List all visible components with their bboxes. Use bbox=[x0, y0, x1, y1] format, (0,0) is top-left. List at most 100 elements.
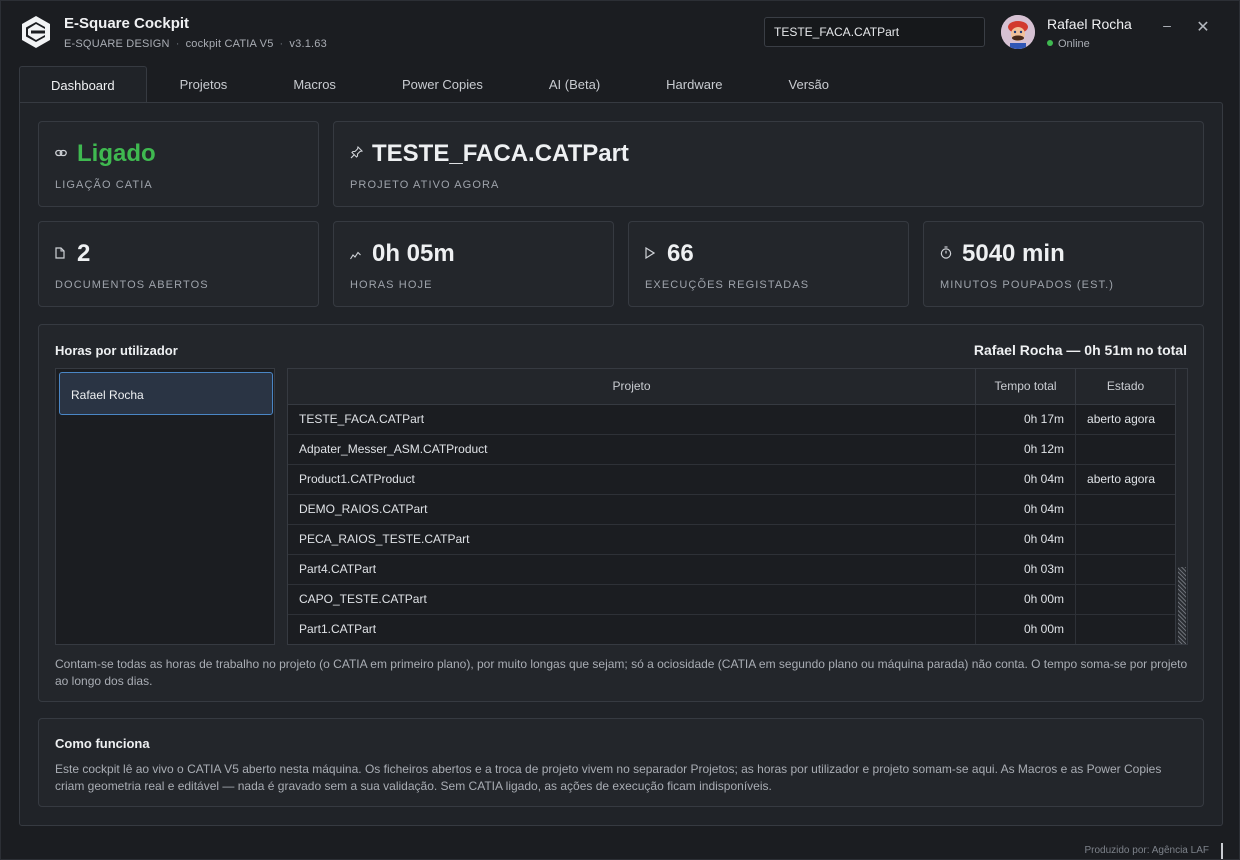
scrollbar-thumb[interactable] bbox=[1178, 567, 1186, 644]
app-window: E-Square Cockpit E-SQUARE DESIGN · cockpit… bbox=[0, 0, 1240, 860]
pin-icon bbox=[350, 146, 363, 159]
project-cell: Product1.CATProduct bbox=[288, 464, 977, 495]
close-button[interactable]: ✕ bbox=[1195, 17, 1211, 37]
time-cell: 0h 04m bbox=[975, 464, 1077, 495]
avatar-character-icon bbox=[1001, 15, 1035, 49]
table-row[interactable]: Product1.CATProduct 0h 04m aberto agora bbox=[288, 464, 1176, 495]
user-status: Online bbox=[1047, 38, 1090, 50]
tab-dashboard[interactable]: Dashboard bbox=[19, 66, 147, 103]
user-list: Rafael Rocha bbox=[55, 368, 275, 645]
user-list-item[interactable]: Rafael Rocha bbox=[59, 372, 273, 415]
tab-versao[interactable]: Versão bbox=[756, 66, 862, 103]
minimize-button[interactable]: – bbox=[1159, 17, 1175, 37]
e-square-logo-icon bbox=[22, 16, 50, 48]
column-header-tempo-total[interactable]: Tempo total bbox=[975, 369, 1077, 405]
project-cell: CAPO_TESTE.CATPart bbox=[288, 584, 977, 615]
separator: · bbox=[279, 38, 284, 50]
table-row[interactable]: PECA_RAIOS_TESTE.CATPart 0h 04m bbox=[288, 524, 1176, 555]
minutes-saved-card: 5040 min MINUTOS POUPADOS (EST.) bbox=[923, 221, 1204, 307]
state-cell bbox=[1075, 494, 1176, 525]
avatar[interactable] bbox=[1001, 15, 1035, 49]
tab-macros[interactable]: Macros bbox=[260, 66, 369, 103]
state-cell: aberto agora bbox=[1075, 464, 1176, 495]
tab-projetos[interactable]: Projetos bbox=[147, 66, 261, 103]
state-cell bbox=[1075, 434, 1176, 465]
footer-credit: Produzido por: Agência LAF bbox=[1084, 845, 1209, 856]
text-cursor-icon bbox=[1221, 843, 1223, 859]
version-label: v3.1.63 bbox=[289, 38, 327, 50]
table-row[interactable]: TESTE_FACA.CATPart 0h 17m aberto agora bbox=[288, 404, 1176, 435]
table-row[interactable]: Part4.CATPart 0h 03m bbox=[288, 554, 1176, 585]
user-name: Rafael Rocha bbox=[1047, 16, 1132, 32]
documents-label: DOCUMENTOS ABERTOS bbox=[55, 279, 209, 291]
app-title: E-Square Cockpit bbox=[64, 15, 190, 32]
project-cell: Adpater_Messer_ASM.CATProduct bbox=[288, 434, 977, 465]
documents-count: 2 bbox=[77, 240, 91, 267]
state-cell bbox=[1075, 554, 1176, 585]
table-row[interactable]: Adpater_Messer_ASM.CATProduct 0h 12m bbox=[288, 434, 1176, 465]
dashboard-panel: Ligado LIGAÇÃO CATIA TESTE_FACA.CATPart … bbox=[19, 102, 1223, 826]
company-name: E-SQUARE DESIGN bbox=[64, 38, 170, 50]
state-cell bbox=[1075, 584, 1176, 615]
how-it-works-section: Como funciona Este cockpit lê ao vivo o … bbox=[38, 718, 1204, 807]
project-cell: Part1.CATPart bbox=[288, 614, 977, 644]
project-cell: DEMO_RAIOS.CATPart bbox=[288, 494, 977, 525]
minutes-saved-label: MINUTOS POUPADOS (EST.) bbox=[940, 279, 1115, 291]
product-name: cockpit CATIA V5 bbox=[185, 38, 274, 50]
tab-bar: Dashboard Projetos Macros Power Copies A… bbox=[19, 66, 862, 103]
online-status-dot-icon bbox=[1047, 40, 1053, 46]
title-bar: E-Square Cockpit E-SQUARE DESIGN · cockpit… bbox=[1, 1, 1240, 63]
hours-per-user-section: Horas por utilizador Rafael Rocha — 0h 5… bbox=[38, 324, 1204, 702]
time-cell: 0h 04m bbox=[975, 494, 1077, 525]
hours-today-label: HORAS HOJE bbox=[350, 279, 433, 291]
active-project-card: TESTE_FACA.CATPart PROJETO ATIVO AGORA bbox=[333, 121, 1204, 207]
status-label: Online bbox=[1058, 38, 1090, 50]
executions-card: 66 EXECUÇÕES REGISTADAS bbox=[628, 221, 909, 307]
executions-label: EXECUÇÕES REGISTADAS bbox=[645, 279, 810, 291]
active-project-label: PROJETO ATIVO AGORA bbox=[350, 179, 500, 191]
hours-explanation-note: Contam-se todas as horas de trabalho no … bbox=[55, 657, 1188, 688]
time-cell: 0h 17m bbox=[975, 404, 1077, 435]
play-icon bbox=[645, 247, 655, 259]
document-icon bbox=[55, 247, 65, 259]
stopwatch-icon bbox=[940, 246, 952, 259]
connection-status: Ligado bbox=[77, 140, 156, 167]
hours-today-value: 0h 05m bbox=[372, 240, 455, 267]
connection-label: LIGAÇÃO CATIA bbox=[55, 179, 153, 191]
project-cell: TESTE_FACA.CATPart bbox=[288, 404, 977, 435]
separator: · bbox=[175, 38, 180, 50]
tab-ai-beta[interactable]: AI (Beta) bbox=[516, 66, 633, 103]
project-cell: PECA_RAIOS_TESTE.CATPart bbox=[288, 524, 977, 555]
column-header-estado[interactable]: Estado bbox=[1075, 369, 1176, 405]
column-header-projeto[interactable]: Projeto bbox=[288, 369, 977, 405]
table-row[interactable]: CAPO_TESTE.CATPart 0h 00m bbox=[288, 584, 1176, 615]
tab-hardware[interactable]: Hardware bbox=[633, 66, 755, 103]
search-input[interactable] bbox=[764, 17, 985, 47]
table-row[interactable]: Part1.CATPart 0h 00m bbox=[288, 614, 1176, 644]
table-row[interactable]: DEMO_RAIOS.CATPart 0h 04m bbox=[288, 494, 1176, 525]
state-cell: aberto agora bbox=[1075, 404, 1176, 435]
active-project-name: TESTE_FACA.CATPart bbox=[372, 140, 629, 167]
tab-power-copies[interactable]: Power Copies bbox=[369, 66, 516, 103]
documents-card: 2 DOCUMENTOS ABERTOS bbox=[38, 221, 319, 307]
project-hours-table: Projeto Tempo total Estado TESTE_FACA.CA… bbox=[287, 368, 1188, 645]
hours-today-card: 0h 05m HORAS HOJE bbox=[333, 221, 614, 307]
minutes-saved-value: 5040 min bbox=[962, 240, 1065, 267]
connection-card: Ligado LIGAÇÃO CATIA bbox=[38, 121, 319, 207]
time-cell: 0h 00m bbox=[975, 614, 1077, 644]
table-scrollbar[interactable] bbox=[1175, 369, 1187, 644]
user-total-hours: Rafael Rocha — 0h 51m no total bbox=[973, 342, 1187, 358]
time-cell: 0h 04m bbox=[975, 524, 1077, 555]
section-title: Horas por utilizador bbox=[55, 343, 178, 358]
activity-icon bbox=[350, 251, 361, 260]
time-cell: 0h 00m bbox=[975, 584, 1077, 615]
how-it-works-title: Como funciona bbox=[55, 736, 150, 751]
app-subtitle: E-SQUARE DESIGN · cockpit CATIA V5 · v3.1.63 bbox=[64, 38, 327, 50]
state-cell bbox=[1075, 524, 1176, 555]
how-it-works-text: Este cockpit lê ao vivo o CATIA V5 abert… bbox=[55, 762, 1162, 793]
link-icon bbox=[55, 149, 67, 157]
executions-count: 66 bbox=[667, 240, 694, 267]
time-cell: 0h 12m bbox=[975, 434, 1077, 465]
time-cell: 0h 03m bbox=[975, 554, 1077, 585]
state-cell bbox=[1075, 614, 1176, 644]
